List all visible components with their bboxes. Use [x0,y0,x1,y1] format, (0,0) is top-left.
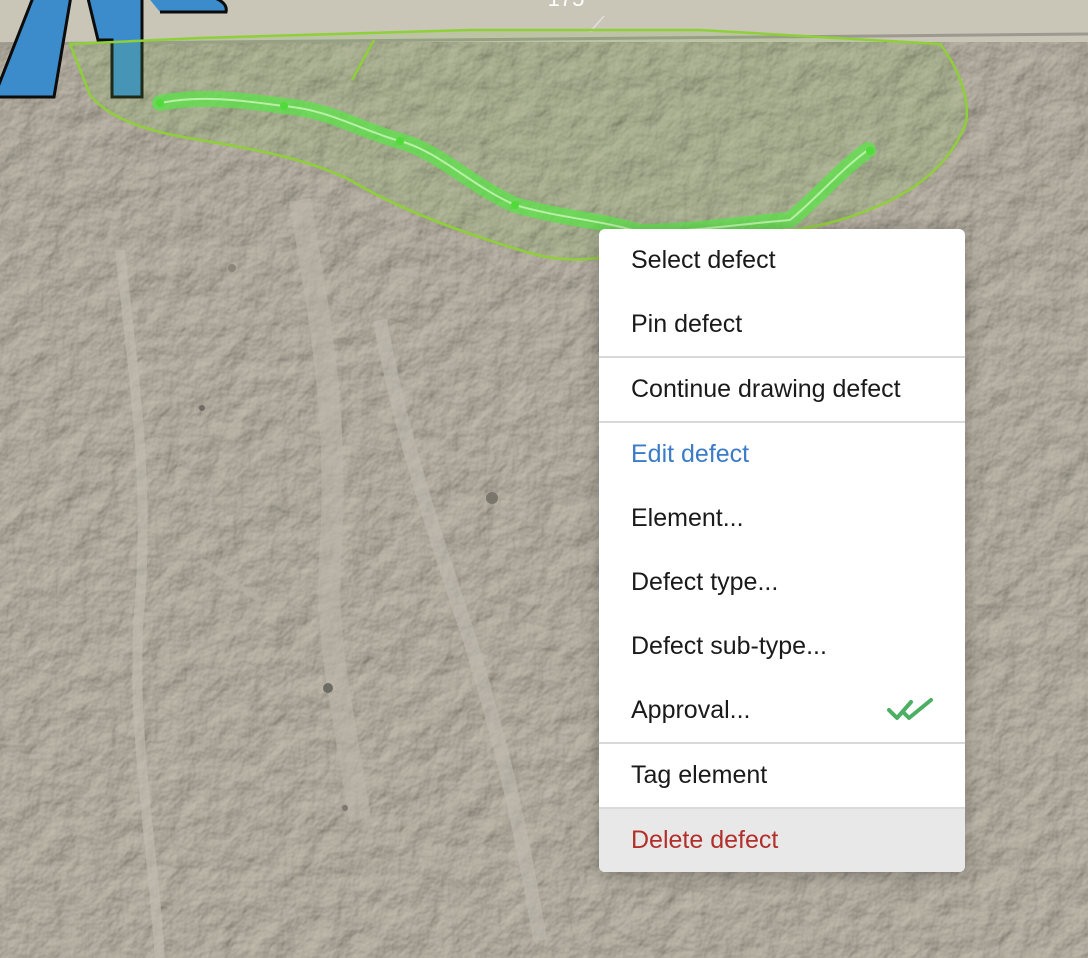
menu-item-label: Edit defect [631,440,750,468]
defect-context-menu: Select defect Pin defect Continue drawing … [599,229,965,872]
menu-group: Select defect Pin defect [599,229,965,358]
menu-item-continue-drawing-defect[interactable]: Continue drawing defect [599,358,965,421]
crack-vertex [396,137,404,145]
crack-vertex [280,102,288,110]
double-check-icon [887,698,933,720]
menu-item-pin-defect[interactable]: Pin defect [599,292,965,356]
menu-item-label: Defect type... [631,568,779,596]
defect-canvas[interactable]: 175 Select defect Pin defect Continue draw… [0,0,1088,958]
top-label: 175 [548,0,585,11]
menu-item-defect-type[interactable]: Defect type... [599,550,965,614]
menu-group: Edit defect Element... Defect type... Defec… [599,423,965,744]
menu-item-delete-defect[interactable]: Delete defect [599,809,965,872]
menu-group: Continue drawing defect [599,358,965,423]
menu-item-defect-sub-type[interactable]: Defect sub-type... [599,614,965,678]
menu-item-label: Delete defect [631,826,779,854]
menu-item-edit-defect[interactable]: Edit defect [599,423,965,486]
menu-item-tag-element[interactable]: Tag element [599,744,965,807]
menu-item-label: Defect sub-type... [631,632,827,660]
menu-item-select-defect[interactable]: Select defect [599,229,965,292]
menu-item-label: Tag element [631,761,768,789]
menu-group: Delete defect [599,809,965,872]
menu-item-label: Select defect [631,246,776,274]
menu-item-label: Continue drawing defect [631,375,901,403]
menu-item-approval[interactable]: Approval... [599,678,965,742]
menu-item-element[interactable]: Element... [599,486,965,550]
crack-vertex [156,99,164,107]
crack-vertex [866,147,874,155]
menu-item-label: Approval... [631,696,751,724]
crack-vertex [511,201,519,209]
defect-area-outline[interactable] [68,28,969,261]
menu-group: Tag element [599,744,965,809]
menu-item-label: Element... [631,504,744,532]
menu-item-label: Pin defect [631,310,743,338]
